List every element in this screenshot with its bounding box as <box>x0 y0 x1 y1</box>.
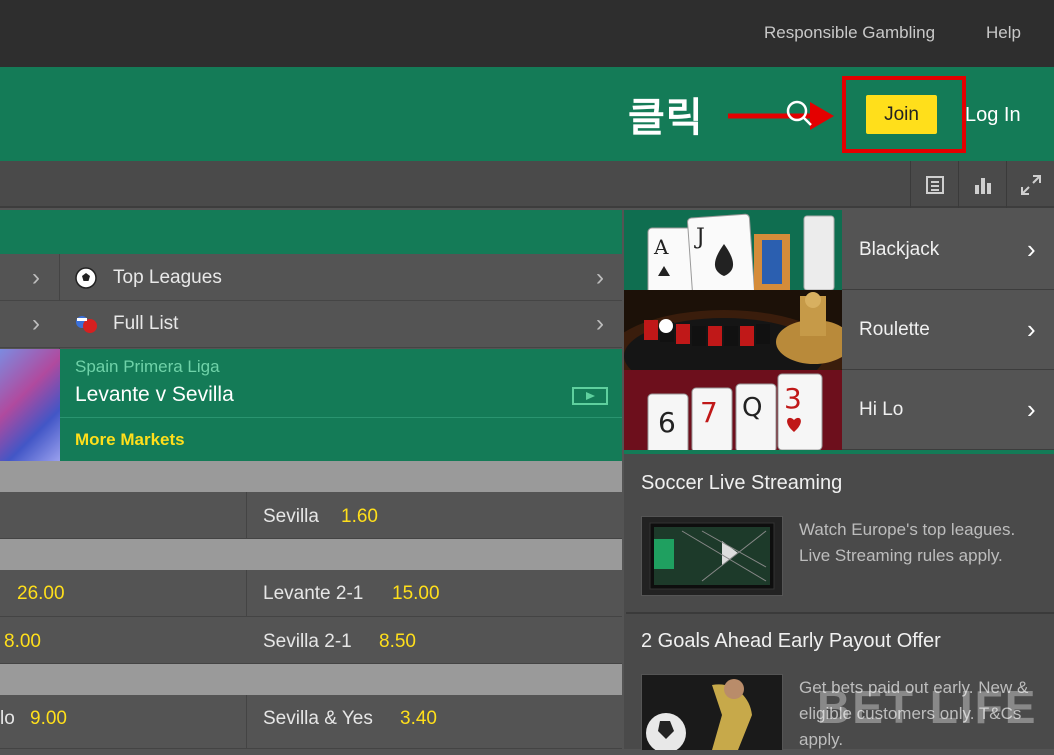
expand-button[interactable] <box>1006 161 1054 208</box>
expand-icon <box>1020 174 1041 195</box>
chevron-right-icon[interactable]: › <box>32 310 40 338</box>
promo-divider <box>626 612 1054 614</box>
odds-price[interactable]: 9.00 <box>30 708 67 730</box>
market-header <box>0 664 622 695</box>
odds-price[interactable]: 15.00 <box>392 583 440 605</box>
join-highlight-box <box>842 76 966 153</box>
menu-item-full-list[interactable]: Full List <box>113 313 178 335</box>
promo-accent-bar <box>624 450 1054 454</box>
odds-selection[interactable]: Sevilla 2-1 <box>263 631 352 653</box>
chevron-right-icon[interactable]: › <box>596 310 604 338</box>
hilo-image: 6 7 Q 3 <box>624 370 842 450</box>
chevron-right-icon[interactable]: › <box>1027 394 1036 425</box>
more-markets-link[interactable]: More Markets <box>75 430 185 450</box>
odds-price[interactable]: 1.60 <box>341 506 378 528</box>
promo-text: Watch Europe's top leagues. Live Streami… <box>799 520 1016 565</box>
event-divider <box>60 417 622 418</box>
svg-text:6: 6 <box>658 406 676 439</box>
promo-title[interactable]: 2 Goals Ahead Early Payout Offer <box>641 630 941 653</box>
odds-selection[interactable]: lo <box>0 708 15 730</box>
game-item-blackjack[interactable]: A J Blackjack › <box>624 210 1054 290</box>
responsible-gambling-link[interactable]: Responsible Gambling <box>764 23 935 43</box>
game-label[interactable]: Hi Lo <box>859 399 903 421</box>
stats-button[interactable] <box>958 161 1006 208</box>
roulette-image <box>624 290 842 370</box>
svg-text:A: A <box>653 235 669 259</box>
svg-text:7: 7 <box>700 396 718 429</box>
chevron-right-icon[interactable]: › <box>596 264 604 292</box>
soccer-ball-icon <box>74 266 98 295</box>
early-payout-image[interactable] <box>641 674 783 753</box>
market-header <box>0 461 622 492</box>
odds-selection[interactable]: Sevilla & Yes <box>263 708 373 730</box>
blackjack-image: A J <box>624 210 842 290</box>
odds-divider <box>246 492 247 539</box>
market-header <box>0 539 622 570</box>
chevron-right-icon[interactable]: › <box>32 264 40 292</box>
menu-item-top-leagues[interactable]: Top Leagues <box>113 267 222 289</box>
svg-text:3: 3 <box>784 382 802 415</box>
help-link[interactable]: Help <box>986 23 1021 43</box>
section-header-strip <box>0 210 622 254</box>
odds-price[interactable]: 8.00 <box>4 631 41 653</box>
game-label[interactable]: Blackjack <box>859 239 939 261</box>
odds-price[interactable]: 3.40 <box>400 708 437 730</box>
odds-price[interactable]: 26.00 <box>17 583 65 605</box>
login-button[interactable]: Log In <box>965 104 1021 127</box>
odds-selection[interactable]: Levante 2-1 <box>263 583 363 605</box>
event-league: Spain Primera Liga <box>75 357 220 376</box>
list-icon <box>925 175 944 194</box>
search-icon[interactable] <box>785 99 813 127</box>
flags-icon <box>74 312 100 341</box>
odds-price[interactable]: 8.50 <box>379 631 416 653</box>
bar-chart-icon <box>974 177 991 194</box>
arrow-annotation-icon <box>728 102 834 130</box>
game-item-roulette[interactable]: Roulette › <box>624 290 1054 370</box>
watermark-logo: BET LIFE <box>817 681 1038 733</box>
svg-text:J: J <box>694 225 705 250</box>
event-match[interactable]: Levante v Sevilla <box>75 383 234 407</box>
svg-text:Q: Q <box>742 393 762 423</box>
betslip-button[interactable] <box>910 161 958 208</box>
video-play-icon[interactable] <box>572 387 608 410</box>
chevron-right-icon[interactable]: › <box>1027 234 1036 265</box>
click-annotation: 클릭 <box>628 96 704 140</box>
event-thumbnail[interactable] <box>0 349 60 461</box>
live-streaming-image[interactable] <box>641 516 783 596</box>
promo-title[interactable]: Soccer Live Streaming <box>641 472 842 495</box>
game-label[interactable]: Roulette <box>859 319 930 341</box>
odds-selection[interactable]: Sevilla <box>263 506 319 528</box>
game-item-hilo[interactable]: 6 7 Q 3 Hi Lo › <box>624 370 1054 450</box>
toolbar <box>0 161 1054 208</box>
odds-divider <box>246 695 247 749</box>
chevron-right-icon[interactable]: › <box>1027 314 1036 345</box>
